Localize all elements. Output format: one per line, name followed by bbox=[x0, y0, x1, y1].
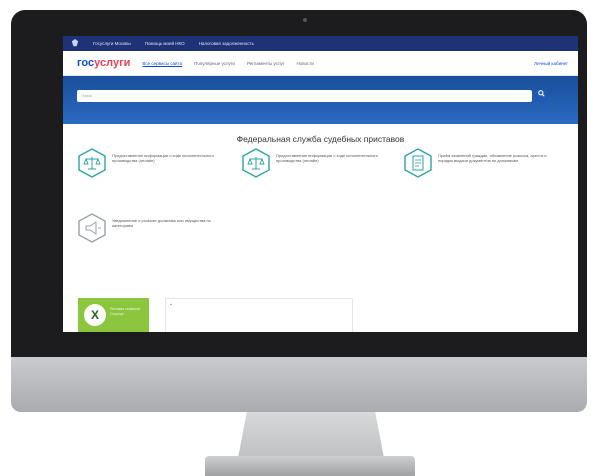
document-icon bbox=[404, 148, 432, 178]
panel-marker-icon: ▪ bbox=[170, 302, 172, 308]
nav-link-popular[interactable]: Популярные услуги bbox=[194, 61, 235, 66]
search-input[interactable]: Поиск bbox=[77, 90, 532, 102]
logo-part-gos: гос bbox=[77, 57, 95, 69]
main-navigation: госуслуги Все сервисы сайта Популярные у… bbox=[63, 51, 578, 76]
gosuslugi-logo[interactable]: госуслуги bbox=[77, 57, 130, 69]
scales-icon bbox=[78, 148, 106, 178]
monitor-stand bbox=[238, 412, 384, 458]
search-banner: Поиск bbox=[63, 76, 578, 124]
megaphone-icon bbox=[78, 213, 106, 243]
search-placeholder: Поиск bbox=[81, 93, 93, 98]
top-bar: Госуслуги Москвы Помощь моей НКО Налогов… bbox=[63, 36, 578, 51]
info-panel: ▪ bbox=[165, 298, 353, 332]
service-text-3: Уведомление о розыске должника или имуще… bbox=[112, 218, 211, 228]
ad-text: Реклама сервисов Госуслуг bbox=[110, 307, 141, 316]
search-icon bbox=[537, 90, 545, 97]
service-card-1[interactable]: Предоставление информации о ходе исполни… bbox=[241, 148, 391, 178]
logo-part-uslugi: услуги bbox=[94, 57, 131, 69]
ad-logo: X bbox=[84, 304, 106, 326]
nav-link-regulations[interactable]: Регламенты услуг bbox=[247, 61, 285, 66]
page-title: Федеральная служба судебных приставов bbox=[236, 134, 405, 144]
nav-link-news[interactable]: Новости bbox=[297, 61, 314, 66]
scales-icon bbox=[242, 148, 270, 178]
browser-screen: Госуслуги Москвы Помощь моей НКО Налогов… bbox=[63, 36, 578, 332]
topbar-link-2[interactable]: Налоговая задолженность bbox=[199, 41, 254, 46]
search-button[interactable] bbox=[535, 90, 547, 102]
service-card-0[interactable]: Предоставление информации о ходе исполни… bbox=[77, 148, 227, 178]
service-card-3[interactable]: Уведомление о розыске должника или имуще… bbox=[77, 213, 227, 243]
nav-link-all-services[interactable]: Все сервисы сайта bbox=[142, 61, 182, 66]
login-link[interactable]: Личный кабинет bbox=[534, 61, 568, 66]
topbar-link-1[interactable]: Помощь моей НКО bbox=[145, 41, 185, 46]
ad-banner[interactable]: X Реклама сервисов Госуслуг bbox=[78, 298, 149, 332]
service-text-1: Предоставление информации о ходе исполни… bbox=[276, 153, 378, 163]
webcam bbox=[303, 18, 307, 22]
topbar-link-0[interactable]: Госуслуги Москвы bbox=[93, 41, 131, 46]
monitor-base bbox=[205, 456, 415, 476]
service-card-2[interactable]: Приём заявлений граждан, объявление розы… bbox=[403, 148, 553, 178]
service-text-2: Приём заявлений граждан, объявление розы… bbox=[438, 153, 547, 163]
monitor-chin bbox=[11, 357, 587, 412]
emblem-icon[interactable] bbox=[71, 39, 79, 48]
service-text-0: Предоставление информации о ходе исполни… bbox=[112, 153, 214, 163]
